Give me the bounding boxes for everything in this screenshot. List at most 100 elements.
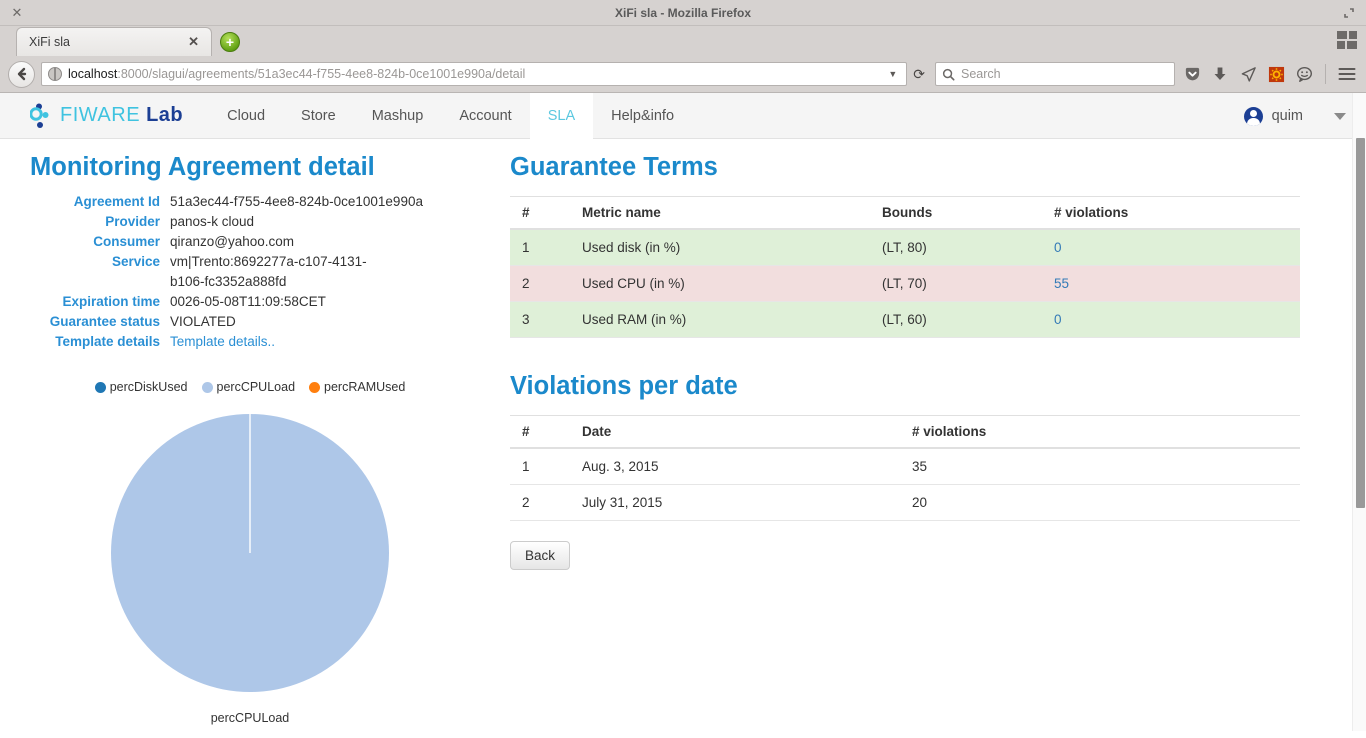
grid-apps-icon[interactable] <box>1336 30 1358 52</box>
browser-tabstrip: XiFi sla ✕ + <box>0 26 1366 56</box>
legend-item-perccpuload: percCPULoad <box>201 380 295 394</box>
cell-bounds: (LT, 80) <box>870 229 1042 266</box>
search-bar[interactable]: Search <box>935 62 1175 86</box>
table-row: 2 July 31, 2015 20 <box>510 484 1300 521</box>
column-header-date: Date <box>570 415 900 449</box>
chevron-down-icon[interactable]: ▼ <box>883 69 902 79</box>
guarantee-terms-title: Guarantee Terms <box>510 153 718 181</box>
toolbar-divider <box>1325 64 1326 84</box>
detail-label: Consumer <box>93 234 160 249</box>
window-close-icon[interactable]: ✕ <box>6 2 28 24</box>
globe-icon <box>48 67 62 81</box>
nav-link-account[interactable]: Account <box>441 93 529 139</box>
template-details-link[interactable]: Template details.. <box>170 334 275 349</box>
detail-row-provider: Provider panos-k cloud <box>0 212 500 232</box>
legend-label: percDiskUsed <box>109 380 188 394</box>
detail-label: Expiration time <box>62 294 160 309</box>
violations-link[interactable]: 0 <box>1054 312 1062 327</box>
page-viewport: FIWARE Lab Cloud Store Mashup Account SL… <box>0 93 1366 731</box>
chat-icon[interactable] <box>1293 63 1315 85</box>
cell-date: Aug. 3, 2015 <box>570 448 900 485</box>
search-icon <box>942 68 955 81</box>
browser-navbar: localhost:8000/slagui/agreements/51a3ec4… <box>0 56 1366 93</box>
column-header-index: # <box>510 415 570 449</box>
violations-link[interactable]: 55 <box>1054 276 1069 291</box>
legend-label: percRAMUsed <box>324 380 406 394</box>
column-header-bounds: Bounds <box>870 196 1042 230</box>
legend-item-percdiskused: percDiskUsed <box>94 380 188 394</box>
page-scrollbar-thumb[interactable] <box>1356 138 1365 508</box>
column-header-violations: # violations <box>1042 196 1300 230</box>
detail-row-consumer: Consumer qiranzo@yahoo.com <box>0 232 500 252</box>
cell-violations: 20 <box>900 484 1300 521</box>
guarantee-terms-table: # Metric name Bounds # violations 1 Used… <box>510 196 1300 338</box>
pie-chart: percCPULoad <box>0 408 500 725</box>
cell-bounds: (LT, 60) <box>870 301 1042 338</box>
url-path: :8000/slagui/agreements/51a3ec44-f755-4e… <box>117 67 526 81</box>
pie-chart-legend: percDiskUsed percCPULoad percRAMUsed <box>0 380 500 394</box>
detail-value: panos-k cloud <box>170 214 255 229</box>
table-header-row: # Date # violations <box>510 415 1300 449</box>
page-title: Monitoring Agreement detail <box>30 153 375 181</box>
window-title: XiFi sla - Mozilla Firefox <box>614 5 752 20</box>
user-name: quim <box>1271 108 1303 124</box>
detail-value: VIOLATED <box>170 314 236 329</box>
logo-fiware-text: FIWARE <box>60 104 141 126</box>
cell-violations: 0 <box>1042 301 1300 338</box>
legend-swatch-icon <box>201 381 213 393</box>
user-avatar-icon <box>1243 106 1263 126</box>
nav-link-help-info[interactable]: Help&info <box>593 93 692 139</box>
fiware-lab-logo[interactable]: FIWARE Lab <box>30 102 183 130</box>
nav-link-cloud[interactable]: Cloud <box>209 93 283 139</box>
search-input[interactable]: Search <box>961 67 1001 81</box>
violations-per-date-title: Violations per date <box>510 372 738 400</box>
url-host: localhost <box>68 67 118 81</box>
hamburger-menu-icon[interactable] <box>1336 63 1358 85</box>
addon-icon[interactable] <box>1265 63 1287 85</box>
tab-close-icon[interactable]: ✕ <box>184 34 203 50</box>
browser-tab[interactable]: XiFi sla ✕ <box>16 27 212 56</box>
table-row: 1 Used disk (in %) (LT, 80) 0 <box>510 229 1300 266</box>
column-header-metric-name: Metric name <box>570 196 870 230</box>
nav-link-mashup[interactable]: Mashup <box>354 93 442 139</box>
url-text: localhost:8000/slagui/agreements/51a3ec4… <box>68 67 883 81</box>
detail-row-template-details: Template details Template details.. <box>0 332 500 352</box>
legend-item-percramused: percRAMUsed <box>309 380 405 394</box>
new-tab-icon[interactable]: + <box>220 32 240 52</box>
detail-label: Template details <box>55 334 160 349</box>
chevron-down-icon[interactable] <box>1334 112 1346 120</box>
browser-back-icon[interactable] <box>8 60 35 88</box>
send-tab-icon[interactable] <box>1237 63 1259 85</box>
nav-link-store[interactable]: Store <box>283 93 354 139</box>
detail-row-service: Service vm|Trento:8692277a-c107-4131-b10… <box>0 252 500 292</box>
url-bar[interactable]: localhost:8000/slagui/agreements/51a3ec4… <box>41 62 908 86</box>
nav-link-sla[interactable]: SLA <box>529 93 594 139</box>
window-restore-icon[interactable] <box>1338 2 1360 24</box>
table-row: 2 Used CPU (in %) (LT, 70) 55 <box>510 265 1300 302</box>
detail-row-guarantee-status: Guarantee status VIOLATED <box>0 312 500 332</box>
user-menu[interactable]: quim <box>1243 93 1346 139</box>
column-header-index: # <box>510 196 570 230</box>
download-icon[interactable] <box>1209 63 1231 85</box>
detail-value: qiranzo@yahoo.com <box>170 234 295 249</box>
cell-index: 2 <box>510 265 570 302</box>
pie-slice-label: percCPULoad <box>210 711 290 725</box>
fiware-lab-logo-text: FIWARE Lab <box>60 104 183 127</box>
violations-link[interactable]: 0 <box>1054 240 1062 255</box>
detail-label: Guarantee status <box>49 314 160 329</box>
detail-row-expiration-time: Expiration time 0026-05-08T11:09:58CET <box>0 292 500 312</box>
reload-icon[interactable]: ⟳ <box>913 66 929 83</box>
cell-bounds: (LT, 70) <box>870 265 1042 302</box>
browser-tab-label: XiFi sla <box>29 35 70 49</box>
table-row: 1 Aug. 3, 2015 35 <box>510 448 1300 485</box>
cell-violations: 0 <box>1042 229 1300 266</box>
table-header-row: # Metric name Bounds # violations <box>510 196 1300 230</box>
agreement-details-list: Agreement Id 51a3ec44-f755-4ee8-824b-0ce… <box>0 192 500 352</box>
pocket-icon[interactable] <box>1181 63 1203 85</box>
detail-label: Agreement Id <box>73 194 160 209</box>
page-scrollbar[interactable] <box>1352 93 1366 731</box>
table-row: 3 Used RAM (in %) (LT, 60) 0 <box>510 301 1300 338</box>
window-titlebar: ✕ XiFi sla - Mozilla Firefox <box>0 0 1366 26</box>
page-content: Monitoring Agreement detail Agreement Id… <box>0 139 1366 725</box>
back-button[interactable]: Back <box>510 541 571 570</box>
